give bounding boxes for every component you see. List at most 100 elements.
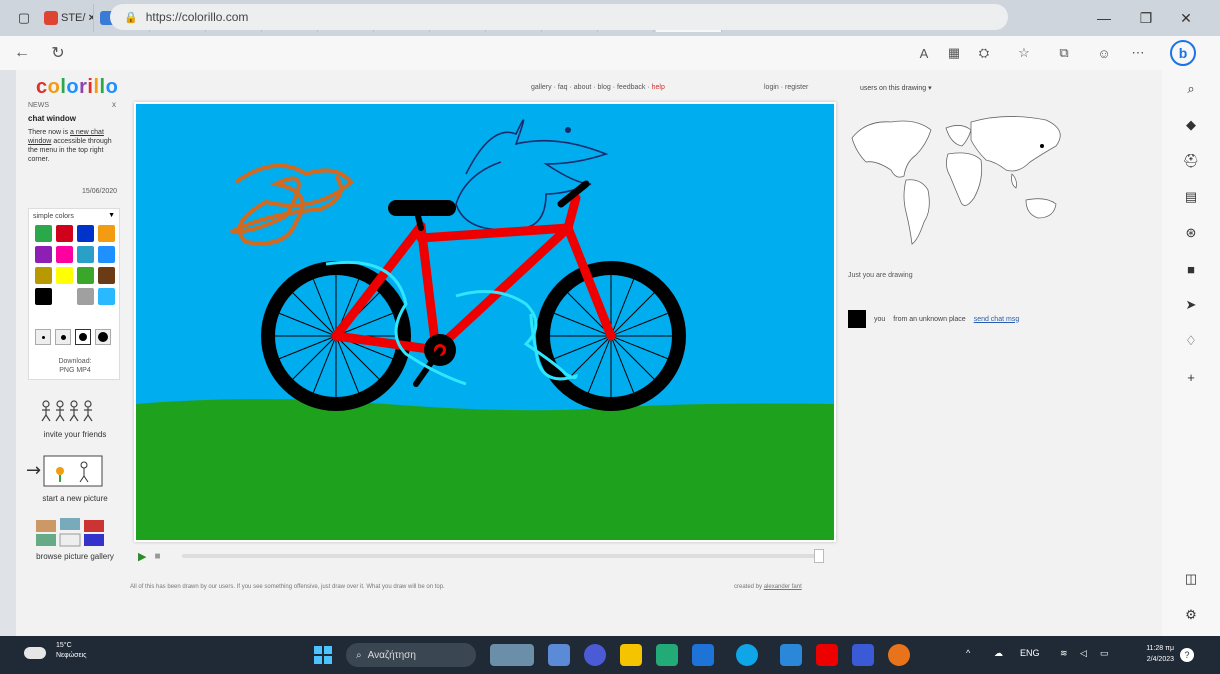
tab-actions-icon[interactable]: ▢ (8, 4, 40, 32)
color-swatch[interactable] (98, 288, 115, 305)
photo-app-icon[interactable] (852, 644, 874, 666)
volume-icon[interactable]: ◁ (1080, 648, 1087, 659)
gallery-icon[interactable] (36, 518, 104, 548)
brush-size-4[interactable] (95, 329, 111, 345)
stop-icon[interactable]: ■ (154, 551, 160, 562)
office-icon[interactable]: ■ (1180, 258, 1202, 280)
color-swatch[interactable] (98, 225, 115, 242)
search-placeholder: Αναζήτηση (367, 649, 416, 661)
replay-knob[interactable] (814, 549, 824, 563)
extension-icon[interactable]: ⛭ (972, 41, 996, 65)
chrome-icon[interactable] (888, 644, 910, 666)
top-nav-links[interactable]: gallery · faq · about · blog · feedback … (531, 84, 650, 91)
tab-close-icon[interactable]: × (88, 12, 93, 24)
read-aloud-icon[interactable]: A (912, 41, 936, 65)
refresh-icon[interactable]: ↻ (44, 39, 72, 67)
profile-icon[interactable]: ☺ (1092, 41, 1116, 65)
teams-icon[interactable] (584, 644, 606, 666)
more-icon[interactable]: ⋯ (1126, 41, 1150, 65)
drawing-status: Just you are drawing (848, 272, 913, 279)
login-register-links[interactable]: login · register (764, 84, 808, 91)
chevron-down-icon[interactable]: ▼ (108, 212, 115, 219)
color-swatch[interactable] (77, 246, 94, 263)
new-picture-icon[interactable]: → (26, 454, 106, 488)
color-swatch[interactable] (35, 288, 52, 305)
edge-icon[interactable] (736, 644, 758, 666)
color-swatch[interactable] (35, 246, 52, 263)
file-explorer-icon[interactable] (620, 644, 642, 666)
messenger-icon[interactable] (780, 644, 802, 666)
search-icon[interactable]: ⌕ (1180, 78, 1202, 100)
color-swatch[interactable] (56, 225, 73, 242)
task-view-icon[interactable] (548, 644, 570, 666)
author-link[interactable]: alexander fant (764, 584, 802, 590)
color-swatch[interactable] (98, 246, 115, 263)
color-swatch[interactable] (56, 288, 73, 305)
notification-icon[interactable]: ♢ (1180, 330, 1202, 352)
tag-icon[interactable]: ◆ (1180, 114, 1202, 136)
download-formats[interactable]: PNG MP4 (29, 366, 121, 375)
weather-widget[interactable]: 15°C Νεφώσεις (24, 641, 87, 661)
youtube-icon[interactable] (816, 644, 838, 666)
wifi-icon[interactable]: ≋ (1060, 648, 1068, 659)
play-icon[interactable]: ▶ (138, 550, 146, 563)
layout-icon[interactable]: ◫ (1180, 568, 1202, 590)
tab-label: STE/ (61, 12, 86, 24)
color-swatch[interactable] (35, 225, 52, 242)
new-picture-link[interactable]: start a new picture (20, 494, 130, 503)
color-swatch[interactable] (77, 267, 94, 284)
back-icon[interactable]: ← (8, 39, 36, 67)
clock[interactable]: 11:28 πμ 2/4/2023 (1124, 643, 1174, 665)
battery-icon[interactable]: ▭ (1100, 648, 1109, 659)
widget-image-icon[interactable] (490, 644, 534, 666)
bing-chat-icon[interactable]: b (1170, 40, 1196, 66)
drawing-canvas[interactable] (134, 102, 836, 542)
apps-icon[interactable]: ▦ (942, 41, 966, 65)
invite-friends-icon[interactable] (38, 398, 102, 422)
credit-text: created by (734, 584, 763, 590)
start-icon[interactable] (314, 646, 332, 664)
search-glass-icon: ⌕ (356, 649, 362, 661)
minimize-icon[interactable]: — (1084, 0, 1124, 36)
help-link[interactable]: help (652, 84, 665, 91)
footer-credit: created by alexander fant (734, 584, 802, 590)
maximize-icon[interactable]: ❐ (1126, 0, 1166, 36)
color-swatch[interactable] (77, 225, 94, 242)
close-window-icon[interactable]: ✕ (1166, 0, 1206, 36)
favorites-icon[interactable]: ☆ (1012, 41, 1036, 65)
color-swatch[interactable] (56, 246, 73, 263)
logo-letter: o (47, 76, 61, 98)
language-indicator[interactable]: ENG (1020, 648, 1040, 658)
collections-icon[interactable]: ⧉ (1052, 41, 1076, 65)
tray-expand-icon[interactable]: ^ (966, 648, 970, 658)
chart-icon[interactable]: ▤ (1180, 186, 1202, 208)
toolbox-icon[interactable]: ⛑ (1180, 150, 1202, 172)
send-icon[interactable]: ➤ (1180, 294, 1202, 316)
logo-letter: c (36, 76, 48, 98)
calendar-icon[interactable] (656, 644, 678, 666)
color-swatch[interactable] (98, 267, 115, 284)
add-icon[interactable]: + (1180, 366, 1202, 388)
palette-select[interactable]: simple colors (33, 213, 74, 220)
color-swatch[interactable] (35, 267, 52, 284)
gallery-link[interactable]: browse picture gallery (20, 552, 130, 561)
mail-icon[interactable] (692, 644, 714, 666)
games-icon[interactable]: ⊛ (1180, 222, 1202, 244)
url-field[interactable]: 🔒 https://colorillo.com (110, 4, 1008, 30)
users-on-drawing-dropdown[interactable]: users on this drawing ▾ (860, 84, 932, 92)
send-chat-link[interactable]: send chat msg (974, 316, 1020, 323)
replay-track[interactable] (182, 554, 822, 558)
brush-size-2[interactable] (55, 329, 71, 345)
brush-size-3[interactable] (75, 329, 91, 345)
brush-size-1[interactable] (35, 329, 51, 345)
onedrive-icon[interactable]: ☁ (994, 648, 1003, 659)
notification-badge-icon[interactable]: ? (1180, 648, 1194, 662)
site-logo[interactable]: colorillo (36, 76, 118, 99)
invite-friends-link[interactable]: invite your friends (20, 430, 130, 439)
taskbar-search[interactable]: ⌕ Αναζήτηση (346, 643, 476, 667)
color-swatch[interactable] (77, 288, 94, 305)
color-swatch[interactable] (56, 267, 73, 284)
tab-0[interactable]: STE/× (40, 4, 94, 32)
settings-gear-icon[interactable]: ⚙ (1180, 604, 1202, 626)
news-close-icon[interactable]: x (112, 100, 116, 109)
